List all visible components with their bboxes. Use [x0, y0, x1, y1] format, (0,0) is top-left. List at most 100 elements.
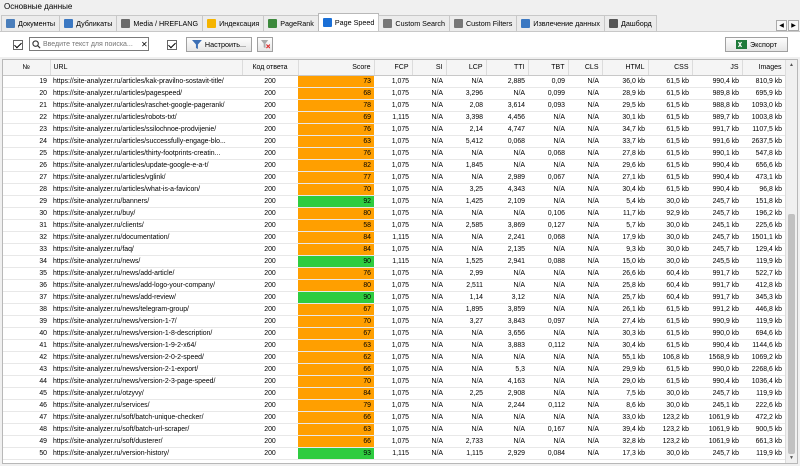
tab-дубликаты[interactable]: Дубликаты	[59, 15, 118, 31]
table-row[interactable]: 22 https://site-analyzer.ru/articles/robo…	[3, 111, 785, 124]
table-cell: N/A	[446, 411, 486, 424]
table-row[interactable]: 43 https://site-analyzer.ru/news/version-…	[3, 363, 785, 376]
table-cell: 990,1 kb	[692, 147, 742, 160]
tab-извлечение-данных[interactable]: Извлечение данных	[516, 15, 605, 31]
settings-checkbox[interactable]	[167, 40, 177, 50]
table-row[interactable]: 36 https://site-analyzer.ru/news/add-logo…	[3, 279, 785, 292]
table-row[interactable]: 49 https://site-analyzer.ru/soft/dusterer…	[3, 435, 785, 448]
column-header[interactable]: CSS	[648, 60, 693, 76]
table-cell: 200	[242, 387, 298, 400]
table-row[interactable]: 28 https://site-analyzer.ru/articles/what…	[3, 183, 785, 196]
tab-pagerank[interactable]: PageRank	[263, 15, 319, 31]
export-button[interactable]: Экспорт	[725, 37, 788, 52]
table-cell: 245,1 kb	[692, 399, 742, 412]
table-cell: 33	[3, 243, 50, 256]
column-header[interactable]: TBT	[528, 60, 569, 76]
table-row[interactable]: 44 https://site-analyzer.ru/news/version-…	[3, 375, 785, 388]
table-row[interactable]: 39 https://site-analyzer.ru/news/version-…	[3, 315, 785, 328]
column-header[interactable]: TTI	[486, 60, 529, 76]
pagespeed-table[interactable]: № URL Код ответа Score FCP SI LCP TTI TBT CLS HTML…	[2, 59, 798, 464]
table-row[interactable]: 24 https://site-analyzer.ru/articles/succ…	[3, 135, 785, 148]
filter-checkbox[interactable]	[13, 40, 23, 50]
table-row[interactable]: 38 https://site-analyzer.ru/news/telegram…	[3, 303, 785, 316]
table-cell: 1,075	[374, 411, 412, 424]
table-row[interactable]: 33 https://site-analyzer.ru/faq/200 84 1,07…	[3, 243, 785, 256]
column-header[interactable]: №	[3, 60, 51, 76]
search-input[interactable]	[43, 40, 139, 48]
table-cell: https://site-analyzer.ru/soft/batch-url-…	[50, 423, 242, 436]
tab-custom-filters[interactable]: Custom Filters	[448, 15, 518, 31]
table-row[interactable]: 34 https://site-analyzer.ru/news/200 90 1,1…	[3, 255, 785, 268]
scroll-up-icon[interactable]: ▲	[786, 60, 797, 70]
table-row[interactable]: 50 https://site-analyzer.ru/version-histo…	[3, 447, 785, 460]
table-row[interactable]: 40 https://site-analyzer.ru/news/version-…	[3, 327, 785, 340]
table-cell: 43	[3, 363, 50, 376]
table-row[interactable]: 45 https://site-analyzer.ru/otzyvy/200 84 1…	[3, 387, 785, 400]
settings-button[interactable]: Настроить...	[186, 37, 252, 52]
table-row[interactable]: 42 https://site-analyzer.ru/news/version-…	[3, 351, 785, 364]
score-cell: 58	[298, 219, 374, 232]
column-header[interactable]: SI	[412, 60, 447, 76]
table-cell: N/A	[446, 207, 486, 220]
table-row[interactable]: 29 https://site-analyzer.ru/banners/200 92…	[3, 195, 785, 208]
table-row[interactable]: 30 https://site-analyzer.ru/buy/200 80 1,07…	[3, 207, 785, 220]
table-cell: N/A	[568, 111, 602, 124]
table-cell: 661,3 kb	[742, 435, 785, 448]
scroll-down-icon[interactable]: ▼	[786, 453, 797, 463]
table-cell: 151,8 kb	[742, 195, 785, 208]
column-header[interactable]: Images	[742, 60, 786, 76]
column-header[interactable]: JS	[692, 60, 743, 76]
table-cell: N/A	[412, 159, 446, 172]
table-row[interactable]: 37 https://site-analyzer.ru/news/add-revi…	[3, 291, 785, 304]
table-cell: 60,4 kb	[648, 267, 692, 280]
tab-дашборд[interactable]: Дашборд	[603, 15, 657, 31]
column-header[interactable]: Код ответа	[242, 60, 299, 76]
table-cell: 2,25	[446, 387, 486, 400]
table-row[interactable]: 20 https://site-analyzer.ru/articles/page…	[3, 87, 785, 100]
score-cell: 92	[298, 195, 374, 208]
column-header[interactable]: HTML	[602, 60, 649, 76]
table-cell: https://site-analyzer.ru/articles/pagesp…	[50, 87, 242, 100]
column-header[interactable]: FCP	[374, 60, 413, 76]
column-header[interactable]: URL	[50, 60, 243, 76]
table-cell: 3,656	[486, 327, 528, 340]
table-cell: N/A	[446, 147, 486, 160]
table-cell: N/A	[528, 411, 568, 424]
table-row[interactable]: 21 https://site-analyzer.ru/articles/rasc…	[3, 99, 785, 112]
table-row[interactable]: 23 https://site-analyzer.ru/articles/ssil…	[3, 123, 785, 136]
table-cell: N/A	[412, 219, 446, 232]
tab-page-speed[interactable]: Page Speed	[317, 13, 380, 31]
column-header[interactable]: CLS	[568, 60, 603, 76]
tab-media-hreflang[interactable]: Media / HREFLANG	[116, 15, 204, 31]
tab-custom-search[interactable]: Custom Search	[378, 15, 450, 31]
vertical-scrollbar[interactable]: ▲ ▼	[785, 60, 797, 463]
table-row[interactable]: 41 https://site-analyzer.ru/news/version-…	[3, 339, 785, 352]
table-cell: N/A	[528, 387, 568, 400]
table-cell: 991,7 kb	[692, 123, 742, 136]
column-header[interactable]: Score	[298, 60, 375, 76]
scroll-thumb[interactable]	[788, 214, 795, 454]
search-box[interactable]: ✕	[29, 37, 149, 51]
column-header[interactable]: LCP	[446, 60, 487, 76]
table-row[interactable]: 35 https://site-analyzer.ru/news/add-arti…	[3, 267, 785, 280]
table-row[interactable]: 27 https://site-analyzer.ru/articles/vgli…	[3, 171, 785, 184]
table-row[interactable]: 47 https://site-analyzer.ru/soft/batch-un…	[3, 411, 785, 424]
table-cell: N/A	[568, 351, 602, 364]
tab-документы[interactable]: Документы	[1, 15, 61, 31]
table-row[interactable]: 32 https://site-analyzer.ru/documentation…	[3, 231, 785, 244]
table-row[interactable]: 46 https://site-analyzer.ru/services/200 7…	[3, 399, 785, 412]
score-cell: 67	[298, 303, 374, 316]
tab-индексация[interactable]: Индексация	[202, 15, 265, 31]
table-row[interactable]: 25 https://site-analyzer.ru/articles/thir…	[3, 147, 785, 160]
table-row[interactable]: 48 https://site-analyzer.ru/soft/batch-ur…	[3, 423, 785, 436]
clear-filter-button[interactable]	[257, 37, 273, 52]
tab-scroll-right-icon[interactable]: ▶	[788, 20, 799, 31]
table-cell: N/A	[568, 159, 602, 172]
table-row[interactable]: 31 https://site-analyzer.ru/clients/200 58…	[3, 219, 785, 232]
table-cell: 1,075	[374, 135, 412, 148]
table-row[interactable]: 19 https://site-analyzer.ru/articles/kak-…	[3, 75, 785, 88]
table-row[interactable]: 26 https://site-analyzer.ru/articles/upda…	[3, 159, 785, 172]
table-cell: 1,075	[374, 399, 412, 412]
tab-scroll-left-icon[interactable]: ◀	[776, 20, 787, 31]
clear-search-icon[interactable]: ✕	[141, 40, 148, 49]
